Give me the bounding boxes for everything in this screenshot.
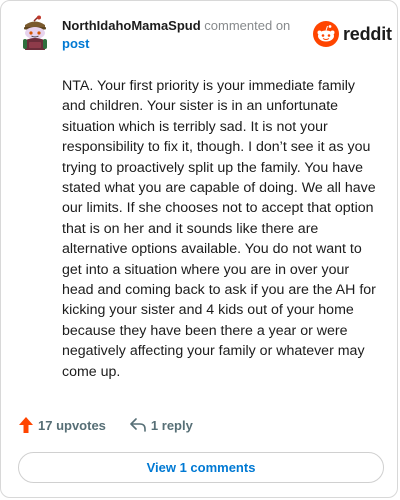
- snoo-avatar-icon: [23, 15, 47, 50]
- view-comments-button[interactable]: View 1 comments: [18, 452, 384, 483]
- username-link[interactable]: NorthIdahoMamaSpud: [62, 18, 201, 33]
- commented-on-text: commented on: [200, 18, 291, 33]
- reply-count: 1 reply: [150, 417, 193, 433]
- reply-button[interactable]: 1 reply: [130, 418, 193, 433]
- user-avatar[interactable]: [19, 15, 51, 51]
- reddit-wordmark: reddit: [343, 23, 392, 44]
- reddit-snoo-icon: [313, 21, 339, 47]
- comment-card: NorthIdahoMamaSpud commented on post red…: [0, 0, 398, 498]
- reply-arrow-icon: [130, 418, 146, 432]
- post-link[interactable]: post: [62, 36, 89, 51]
- comment-header: NorthIdahoMamaSpud commented on post: [62, 17, 302, 53]
- comment-body: NTA. Your first priority is your immedia…: [62, 78, 376, 380]
- reddit-logo[interactable]: reddit: [313, 21, 392, 47]
- upvote-button[interactable]: 17 upvotes: [19, 417, 106, 433]
- upvote-count: 17 upvotes: [38, 417, 106, 433]
- upvote-arrow-icon: [19, 417, 33, 433]
- comment-actions: 17 upvotes 1 reply: [19, 417, 193, 433]
